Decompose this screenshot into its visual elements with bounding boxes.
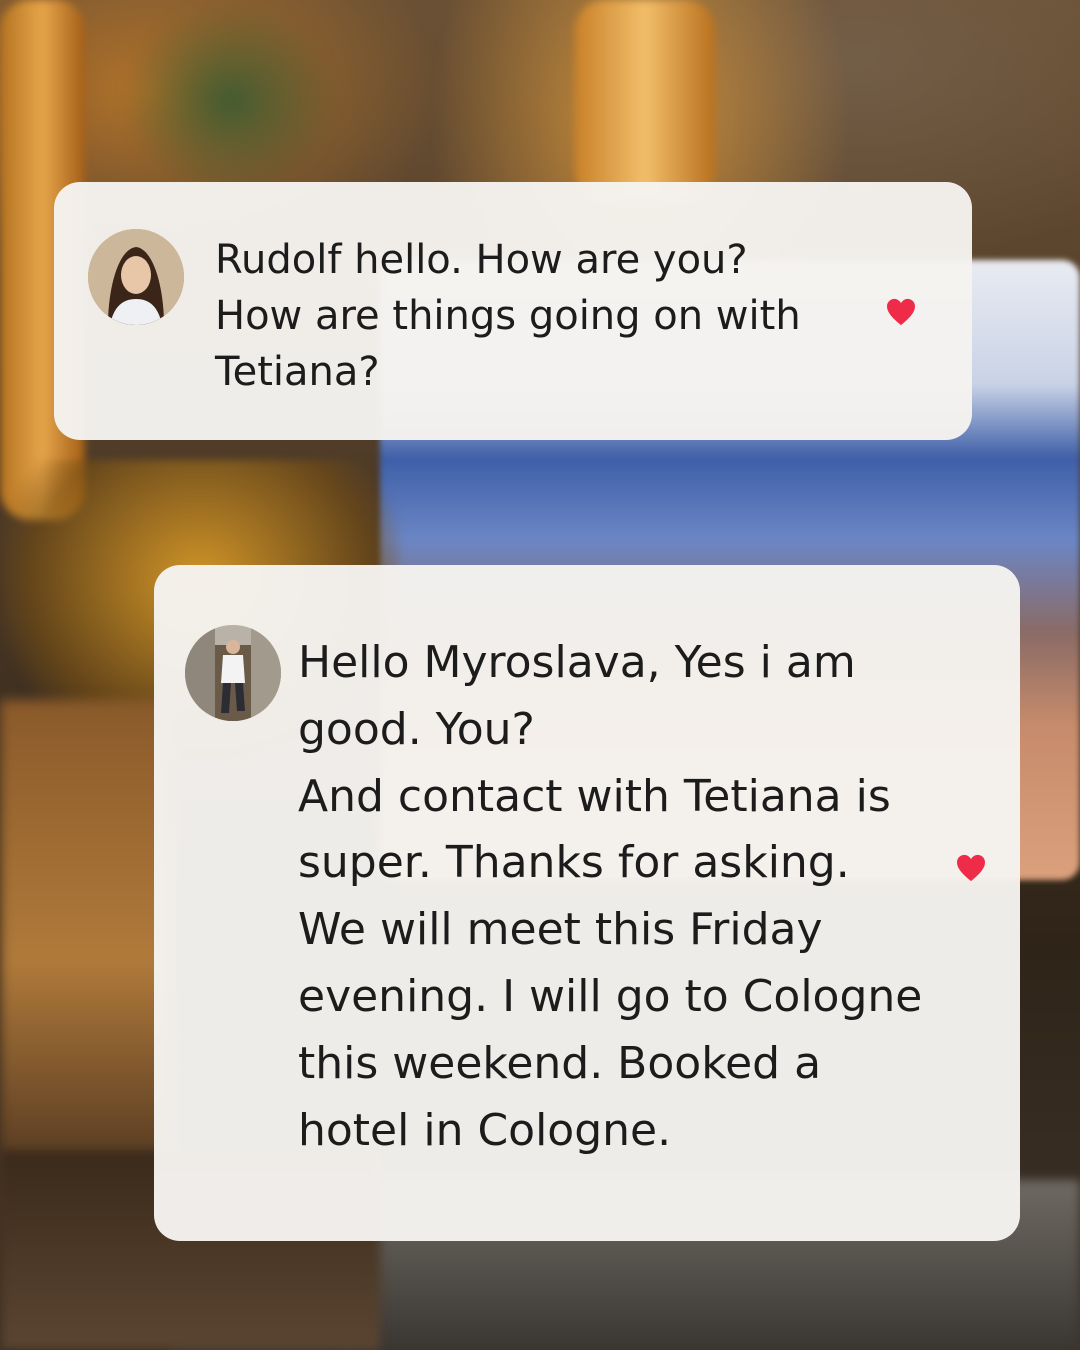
background-plant	[120, 0, 340, 200]
message-line: this weekend. Booked a	[298, 1037, 822, 1089]
message-line: How are things going on with	[215, 293, 801, 339]
woman-portrait-icon[interactable]	[88, 229, 184, 325]
message-text: Hello Myroslava, Yes i am good. You? And…	[298, 630, 958, 1164]
background-pillar-center	[575, 0, 715, 200]
man-portrait-icon[interactable]	[185, 625, 281, 721]
message-line: hotel in Cologne.	[298, 1104, 672, 1156]
message-line: We will meet this Friday	[298, 904, 823, 956]
message-text: Rudolf hello. How are you? How are thing…	[215, 232, 855, 400]
heart-icon[interactable]	[956, 854, 986, 882]
message-bubble-reply[interactable]: Hello Myroslava, Yes i am good. You? And…	[154, 565, 1020, 1241]
message-line: And contact with Tetiana is	[298, 770, 891, 822]
message-bubble-incoming[interactable]: Rudolf hello. How are you? How are thing…	[54, 182, 972, 440]
message-line: Tetiana?	[215, 349, 380, 395]
message-line: super. Thanks for asking.	[298, 837, 850, 889]
message-line: good. You?	[298, 703, 535, 755]
message-line: Hello Myroslava, Yes i am	[298, 637, 856, 688]
message-line: Rudolf hello. How are you?	[215, 237, 748, 283]
message-line: evening. I will go to Cologne	[298, 970, 923, 1022]
heart-icon[interactable]	[886, 298, 916, 326]
